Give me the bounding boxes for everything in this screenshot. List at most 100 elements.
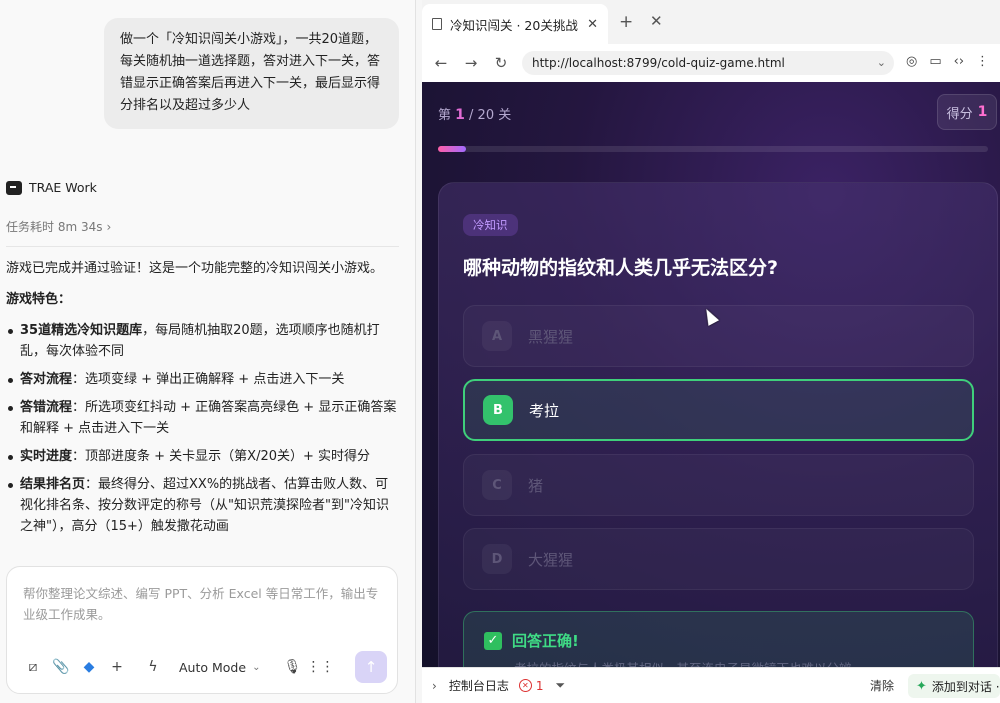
option-key: B [483,395,513,425]
category-badge: 冷知识 [463,214,518,236]
composer[interactable]: 帮你整理论文综述、编写 PPT、分析 Excel 等日常工作，输出专业级工作成果… [6,566,398,694]
task-time-label: 任务耗时 8m 34s [6,220,103,234]
feature-title: 结果排名页 [20,477,86,492]
browser-panel: 冷知识闯关 · 20关挑战 ✕ + ✕ ← → ↻ http://localho… [422,0,1000,703]
new-tab-icon[interactable]: + [619,12,633,32]
score-box: 得分 1 [937,94,997,130]
add-to-chat-label: 添加到对话 · [931,679,1000,694]
option-key: D [482,544,512,574]
mode-label: Auto Mode [179,659,247,675]
question-text: 哪种动物的指纹和人类几乎无法区分? [463,257,779,279]
feature-text: ：选项变绿 + 弹出正确解释 + 点击进入下一关 [72,372,345,387]
feature-list: 35道精选冷知识题库，每局随机抽取20题，选项顺序也随机打乱，每次体验不同 答对… [6,320,398,537]
forward-icon[interactable]: → [456,54,486,72]
option-text: 猪 [528,476,544,495]
mode-selector[interactable]: Auto Mode ⌄ [179,660,260,675]
devices-icon[interactable]: ▭ [929,54,941,69]
chevron-right-icon: › [106,219,112,234]
model-icon[interactable]: ◆ [75,653,103,681]
lightning-icon[interactable]: ϟ [139,653,167,681]
composer-toolbar: ⧄ 📎 ◆ + ϟ Auto Mode ⌄ 🎙 ⋮⋮ ↑ [19,651,387,683]
level-current: 1 [455,107,465,123]
progress-bar [438,146,988,152]
back-icon[interactable]: ← [426,54,456,72]
attach-icon[interactable]: 📎 [47,653,75,681]
feature-text: ：所选项变红抖动 + 正确答案高亮绿色 + 显示正确答案和解释 + 点击进入下一… [20,400,397,436]
clear-button[interactable]: 清除 [870,677,894,694]
send-button[interactable]: ↑ [355,651,387,683]
feature-title: 35道精选冷知识题库 [20,323,143,338]
browser-tools: ◎ ▭ ‹› ⋮ [906,54,989,69]
feedback-title: 回答正确! [512,632,579,650]
list-item: 结果排名页：最终得分、超过XX%的挑战者、估算击败人数、可视化排名条、按分数评定… [6,474,398,537]
compass-icon[interactable]: ◎ [906,54,917,69]
task-time[interactable]: 任务耗时 8m 34s › [6,218,111,235]
option-a[interactable]: A 黑猩猩 [463,305,974,367]
option-text: 考拉 [529,401,560,420]
feedback-text: 考拉的指纹与人类极其相似，甚至连电子显微镜下也难以分辨 [514,658,954,667]
features-heading: 游戏特色： [6,292,72,307]
feedback-panel: ✓ 回答正确! 考拉的指纹与人类极其相似，甚至连电子显微镜下也难以分辨 [463,611,974,667]
error-icon: ✕ [518,679,532,692]
list-item: 实时进度：顶部进度条 + 关卡显示（第X/20关）+ 实时得分 [6,446,398,467]
sparkle-icon: ✦ [916,678,927,694]
error-count[interactable]: ✕ 1 [518,678,544,693]
feature-title: 答错流程 [20,400,73,415]
feature-title: 答对流程 [20,372,73,387]
more-icon[interactable]: ⋮ [976,54,989,69]
option-key: C [482,470,512,500]
level-prefix: 第 [438,108,452,123]
close-icon[interactable]: ✕ [650,12,663,30]
score-label: 得分 [946,106,973,122]
progress-fill [438,146,466,152]
chevron-down-icon: ⌄ [252,661,261,673]
option-text: 黑猩猩 [528,327,574,346]
feature-text: ：顶部进度条 + 关卡显示（第X/20关）+ 实时得分 [72,449,371,464]
option-c[interactable]: C 猪 [463,454,974,516]
list-item: 35道精选冷知识题库，每局随机抽取20题，选项顺序也随机打乱，每次体验不同 [6,320,398,362]
feedback-header: ✓ 回答正确! [484,630,579,651]
close-icon[interactable]: ✕ [587,17,598,32]
reload-icon[interactable]: ↻ [486,54,516,72]
tab-title: 冷知识闯关 · 20关挑战 [450,17,578,33]
feature-title: 实时进度 [20,449,73,464]
list-item: 答对流程：选项变绿 + 弹出正确解释 + 点击进入下一关 [6,369,398,390]
agent-reply: 游戏已完成并通过验证！这是一个功能完整的冷知识闯关小游戏。 游戏特色： 35道精… [6,258,398,544]
level-suffix: / 20 关 [469,108,512,123]
url-text: http://localhost:8799/cold-quiz-game.htm… [532,56,785,70]
divider [6,246,399,247]
chat-panel: 做一个「冷知识闯关小游戏」，一共20道题，每关随机抽一道选择题，答对进入下一关，… [0,0,416,703]
level-indicator: 第 1 / 20 关 [438,104,511,123]
user-message: 做一个「冷知识闯关小游戏」，一共20道题，每关随机抽一道选择题，答对进入下一关，… [104,18,399,129]
filter-icon[interactable]: ⏷ [555,678,565,693]
voice-wave-icon[interactable]: ⋮⋮ [306,653,334,681]
error-count-value: 1 [535,678,544,693]
console-bar: › 控制台日志 ✕ 1 ⏷ 清除 ✦ 添加到对话 · [422,667,1000,703]
list-item: 答错流程：所选项变红抖动 + 正确答案高亮绿色 + 显示正确答案和解释 + 点击… [6,397,398,439]
option-d[interactable]: D 大猩猩 [463,528,974,590]
add-icon[interactable]: + [103,653,131,681]
trae-logo-icon [6,180,22,195]
slash-command-icon[interactable]: ⧄ [19,653,47,681]
microphone-icon[interactable]: 🎙 [278,653,306,681]
add-to-chat-button[interactable]: ✦ 添加到对话 · [908,674,1000,698]
option-b[interactable]: B 考拉 [463,379,974,441]
option-key: A [482,321,512,351]
chevron-down-icon[interactable]: ⌄ [877,51,886,75]
arrow-up-icon: ↑ [364,658,378,676]
console-label[interactable]: 控制台日志 [449,677,509,694]
code-icon[interactable]: ‹› [954,54,964,69]
tab-quiz[interactable]: 冷知识闯关 · 20关挑战 ✕ [422,4,608,44]
composer-input[interactable]: 帮你整理论文综述、编写 PPT、分析 Excel 等日常工作，输出专业级工作成果… [23,583,383,625]
quiz-game: 第 1 / 20 关 得分 1 冷知识 哪种动物的指纹和人类几乎无法区分? A … [422,82,1000,667]
agent-header: TRAE Work [6,180,97,195]
question-card: 冷知识 哪种动物的指纹和人类几乎无法区分? A 黑猩猩 B 考拉 C 猪 D 大… [438,182,998,667]
option-text: 大猩猩 [528,550,574,569]
agent-name: TRAE Work [29,180,97,195]
tab-bar: 冷知识闯关 · 20关挑战 ✕ + ✕ [422,0,1000,44]
document-icon [432,18,442,30]
chevron-right-icon[interactable]: › [432,679,437,693]
check-icon: ✓ [484,631,502,650]
reply-intro: 游戏已完成并通过验证！这是一个功能完整的冷知识闯关小游戏。 [6,261,384,276]
url-input[interactable]: http://localhost:8799/cold-quiz-game.htm… [522,51,894,75]
